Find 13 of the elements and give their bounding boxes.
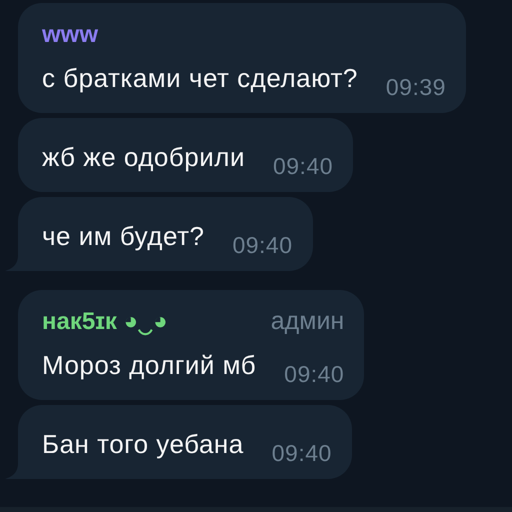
message-text: с братками чет сделают? [42,62,358,95]
message-time: 09:40 [272,152,334,180]
admin-label: админ [270,306,344,338]
message-time: 09:40 [272,439,332,467]
message-text: жб же одобрили [42,141,245,174]
message-time: 09:39 [386,73,446,101]
sender-name[interactable]: нак5ɪк ◕‿◕ [42,304,168,340]
message-text: Бан того уебана [42,428,244,461]
message-text: че им будет? [42,220,204,253]
message-time: 09:40 [284,360,344,388]
message-text: Мороз долгий мб [42,349,256,382]
sender-name[interactable]: www [42,17,98,53]
message-time: 09:40 [232,231,293,259]
